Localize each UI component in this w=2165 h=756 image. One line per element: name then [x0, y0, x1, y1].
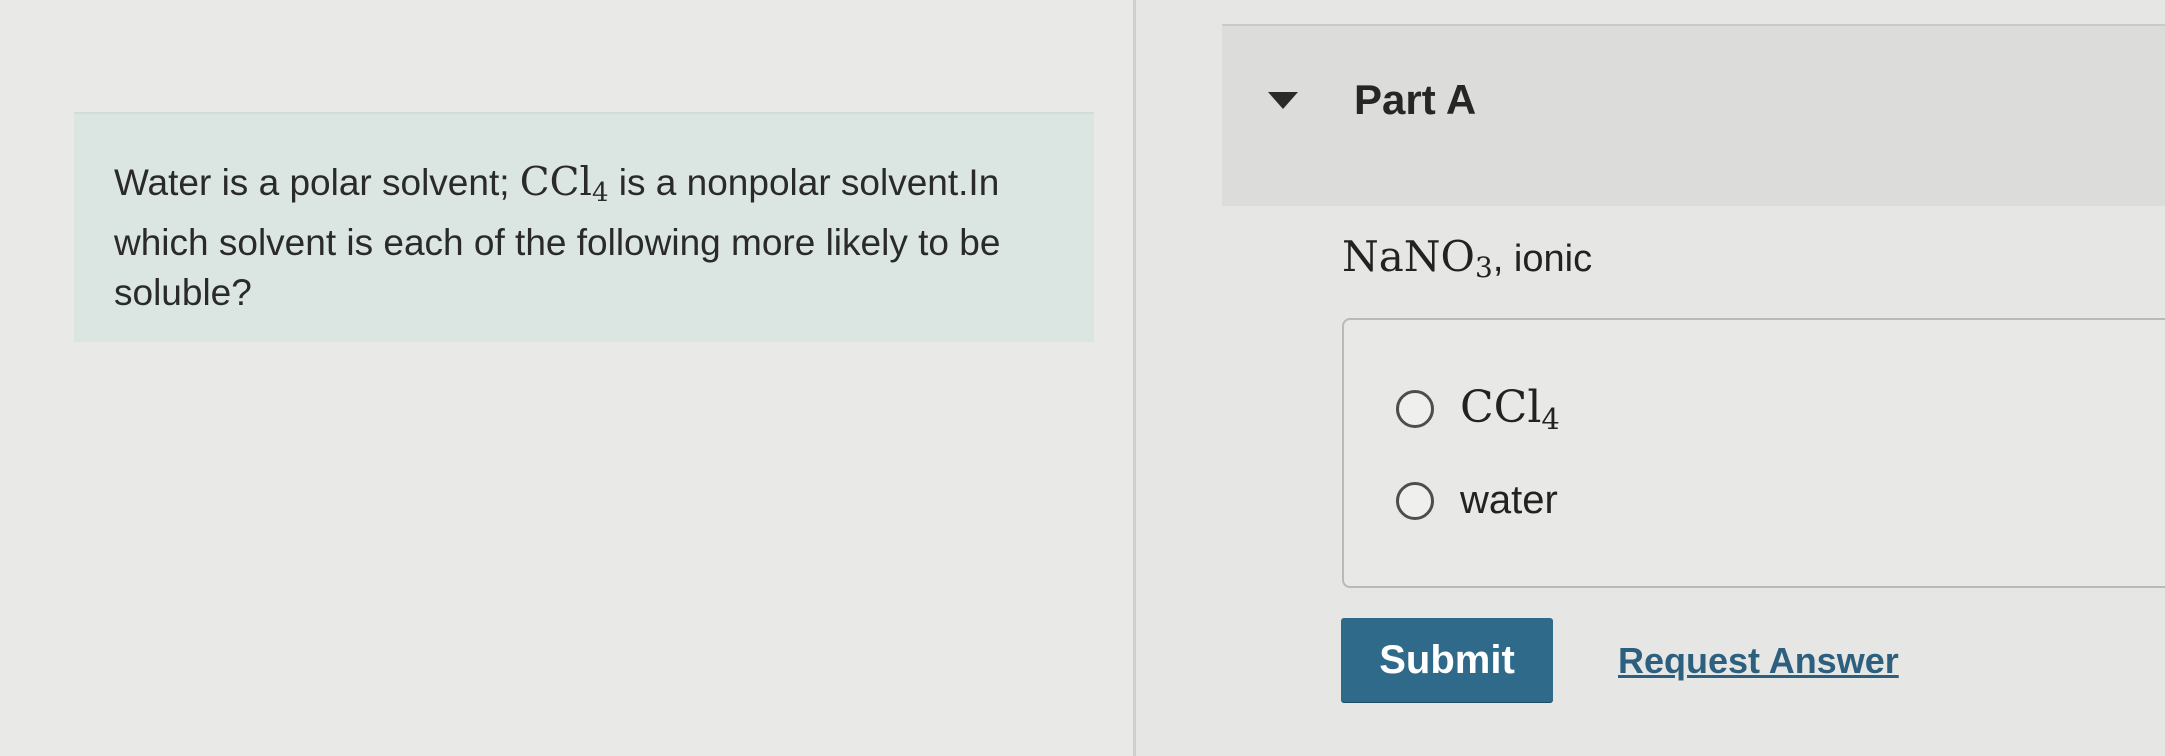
option-label[interactable]: water	[1460, 478, 1558, 523]
option-ccl4[interactable]: CCl4	[1396, 382, 1560, 436]
question-formula: CCl4	[519, 160, 609, 208]
caret-down-icon[interactable]	[1268, 92, 1298, 109]
question-pane: Water is a polar solvent; CCl4 is a nonp…	[0, 0, 1133, 756]
question-text-before: Water is a polar solvent;	[114, 162, 520, 203]
radio-button[interactable]	[1396, 481, 1434, 520]
prompt-suffix: , ionic	[1492, 238, 1593, 280]
answer-options: CCl4 water	[1342, 318, 2165, 588]
option-water[interactable]: water	[1396, 478, 1558, 523]
submit-button[interactable]: Submit	[1341, 618, 1553, 702]
question-box: Water is a polar solvent; CCl4 is a nonp…	[74, 112, 1094, 342]
option-label[interactable]: CCl4	[1460, 382, 1560, 436]
request-answer-link[interactable]: Request Answer	[1618, 640, 1899, 682]
question-text: Water is a polar solvent; CCl4 is a nonp…	[114, 158, 1014, 318]
answer-pane: Part A NaNO3, ionic CCl4 water Submit Re…	[1136, 0, 2165, 756]
radio-button[interactable]	[1396, 390, 1434, 428]
part-prompt: NaNO3, ionic	[1342, 232, 1592, 284]
prompt-formula: NaNO3	[1342, 232, 1493, 284]
part-title[interactable]: Part A	[1354, 76, 1476, 124]
page: Water is a polar solvent; CCl4 is a nonp…	[0, 0, 2165, 756]
